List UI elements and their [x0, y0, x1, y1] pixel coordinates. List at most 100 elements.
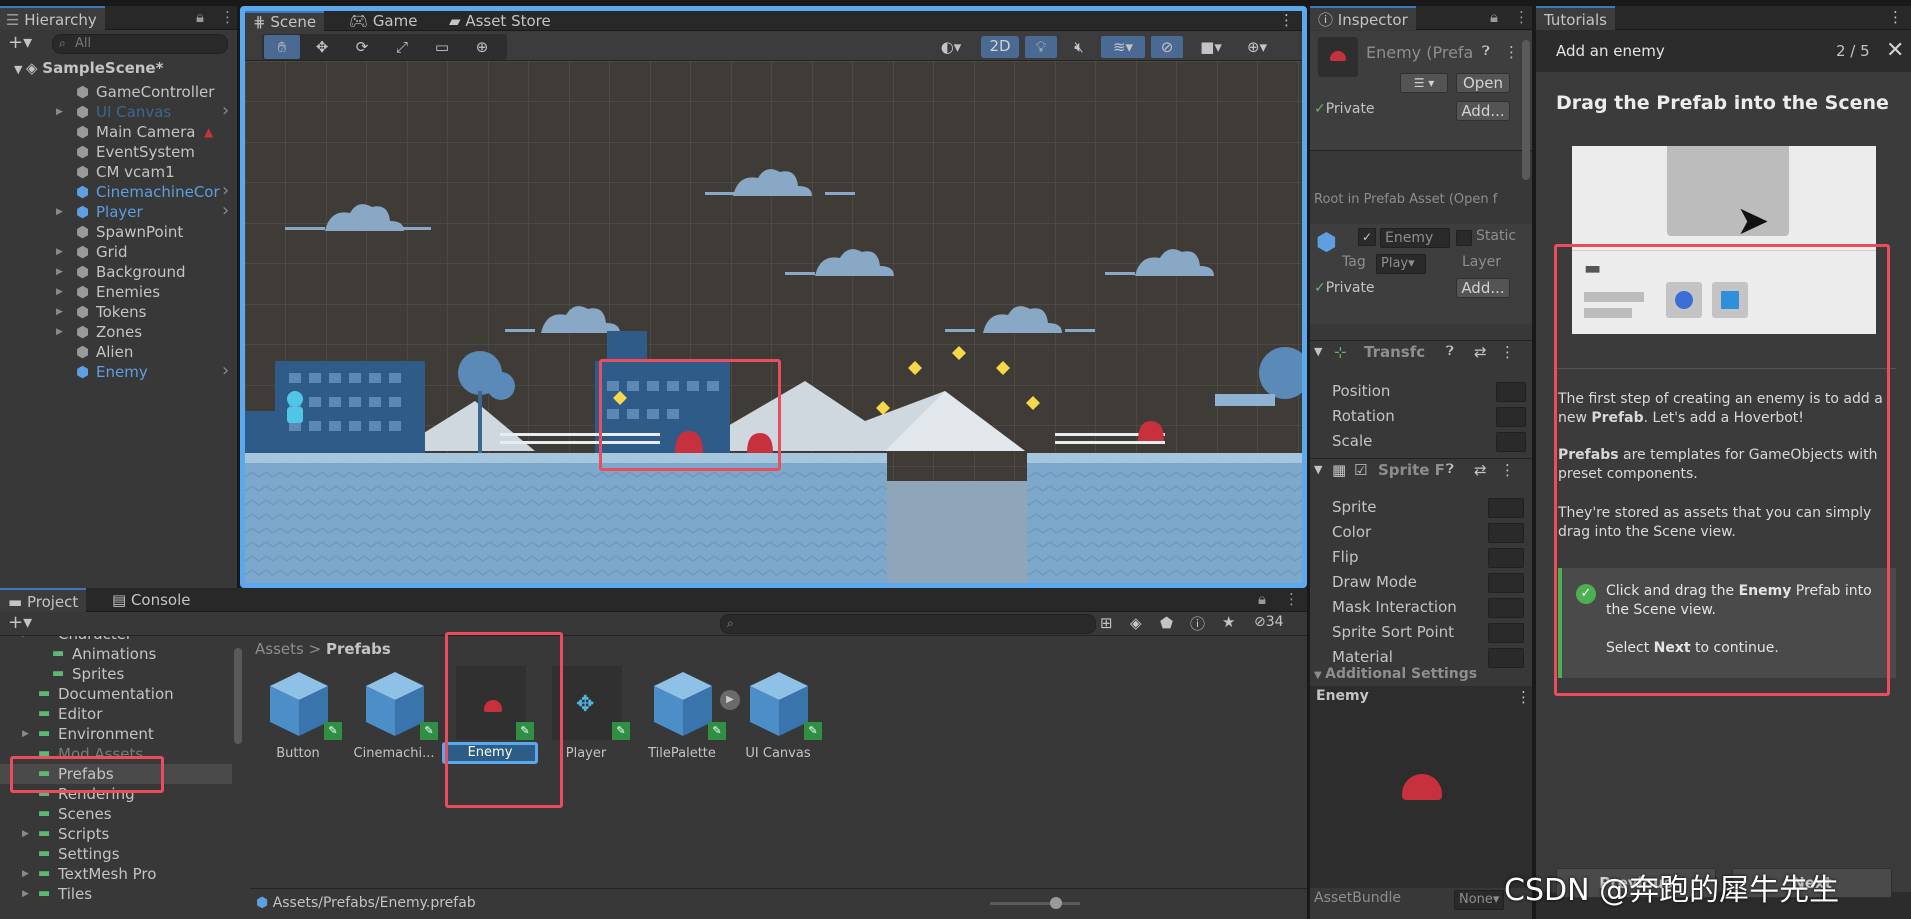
visibility-icon[interactable]: ⊘ — [1151, 36, 1183, 58]
scale-tool-icon[interactable]: ⤢ — [384, 35, 420, 59]
hierarchy-item[interactable]: ▶ ⬢ Tokens — [56, 302, 234, 322]
hierarchy-item[interactable]: ▶ ⬢ Player › — [56, 201, 234, 222]
add-icon[interactable]: +▾ — [8, 32, 32, 53]
tab-project[interactable]: ▬ Project — [0, 588, 87, 612]
expand-arrow-icon[interactable]: ▶ — [56, 262, 63, 282]
hierarchy-item[interactable]: ⬢ CM vcam1 — [58, 162, 234, 182]
more-icon[interactable]: ⋮ — [1514, 8, 1529, 26]
favorite-icon[interactable]: ★ — [1222, 613, 1235, 631]
transform-header[interactable]: ▼ ⊹ Transfc ❓︎ ⇄ ⋮ — [1310, 340, 1532, 364]
add-icon[interactable]: +▾ — [8, 612, 32, 633]
expand-arrow-icon[interactable]: ▶ — [22, 636, 29, 644]
chevron-right-icon[interactable]: › — [222, 181, 229, 201]
audio-icon[interactable]: 🔇︎ — [1063, 36, 1095, 58]
settings-icon[interactable]: ⇄ — [1474, 343, 1487, 361]
more-icon[interactable]: ⋮ — [1284, 590, 1299, 608]
active-checkbox[interactable]: ✓ — [1358, 228, 1376, 246]
vector-field[interactable] — [1496, 407, 1526, 427]
expand-arrow-icon[interactable]: ▶ — [56, 202, 63, 222]
assetbundle-dropdown[interactable]: None▾ — [1454, 890, 1504, 910]
folder-item[interactable]: ▬ Sprites — [0, 664, 232, 684]
project-search-input[interactable]: ⌕ — [720, 614, 1096, 634]
sprite-renderer-header[interactable]: ▼ ▦ ☑ Sprite F ❓︎ ⇄ ⋮ — [1310, 458, 1532, 482]
hierarchy-search-input[interactable]: ⌕ All — [52, 34, 228, 54]
open-button[interactable]: Open — [1456, 73, 1510, 93]
folder-item[interactable]: ▶ ▬ Tiles — [0, 884, 232, 904]
rect-tool-icon[interactable]: ▭ — [424, 35, 460, 59]
expand-arrow-icon[interactable]: ▶ — [22, 824, 29, 844]
tab-console[interactable]: ▤ Console — [104, 588, 199, 612]
gameobject-name-field[interactable]: Enemy — [1380, 228, 1450, 248]
expand-arrow-icon[interactable]: ▶ — [22, 724, 29, 744]
hierarchy-item[interactable]: ⬢ Enemy › — [58, 361, 234, 382]
more-icon[interactable]: ⋮ — [1888, 8, 1903, 26]
hierarchy-item[interactable]: ▶ ⬢ Grid — [56, 242, 234, 262]
folder-scrollbar[interactable] — [234, 648, 242, 744]
help-icon[interactable]: ❓︎ — [1482, 44, 1490, 59]
additional-settings[interactable]: ▼ Additional Settings — [1314, 666, 1477, 682]
hierarchy-item[interactable]: ⬢ GameController — [58, 82, 234, 102]
checkbox-icon[interactable]: ✓ — [1314, 280, 1326, 296]
static-checkbox[interactable] — [1456, 230, 1472, 246]
asset-tile[interactable]: ✎ UI Canvas — [730, 666, 826, 776]
effects-icon[interactable]: ≋▾ — [1101, 36, 1145, 58]
folder-item[interactable]: ▬ Documentation — [0, 684, 232, 704]
property-field[interactable] — [1488, 498, 1524, 518]
rotate-tool-icon[interactable]: ⟳ — [344, 35, 380, 59]
expand-arrow-icon[interactable]: ▶ — [56, 282, 63, 302]
expand-arrow-icon[interactable]: ▶ — [56, 322, 63, 342]
hierarchy-item[interactable]: ⬢ EventSystem — [58, 142, 234, 162]
expand-arrow-icon[interactable]: ▶ — [56, 302, 63, 322]
expand-arrow-icon[interactable]: ▶ — [56, 242, 63, 262]
scene-root[interactable]: ▼ ◈ SampleScene* — [14, 58, 163, 78]
more-icon[interactable]: ⋮ — [1500, 461, 1515, 479]
folder-item[interactable]: ▬ Editor — [0, 704, 232, 724]
asset-tile[interactable]: ✎ Button — [250, 666, 346, 776]
breadcrumb-assets[interactable]: Assets — [255, 640, 304, 658]
overrides-dropdown[interactable]: ☰ ▾ — [1400, 73, 1448, 93]
lock-icon[interactable]: 🔒︎ — [1490, 8, 1498, 26]
hierarchy-item[interactable]: ▶ ⬢ Enemies — [56, 282, 234, 302]
property-field[interactable] — [1488, 623, 1524, 643]
enabled-checkbox[interactable]: ☑ — [1354, 461, 1367, 479]
folder-item[interactable]: ▶ ▬ Environment — [0, 724, 232, 744]
expand-arrow-icon[interactable]: ▶ — [56, 102, 63, 122]
scene-viewport[interactable] — [245, 61, 1302, 583]
folder-item[interactable]: ▬ Animations — [0, 644, 232, 664]
folder-item[interactable]: ▬ Scenes — [0, 804, 232, 824]
expand-arrow-icon[interactable]: ▶ — [22, 884, 29, 904]
2d-toggle-button[interactable]: 2D — [981, 36, 1019, 58]
search-filter-icon[interactable]: ⊞ — [1100, 614, 1113, 632]
asset-tile[interactable]: ✎ Cinemachi... — [346, 666, 442, 776]
property-field[interactable] — [1488, 648, 1524, 668]
hierarchy-item[interactable]: ▶ ⬢ UI Canvas › — [56, 101, 234, 122]
type-filter-icon[interactable]: ◈ — [1130, 614, 1142, 632]
property-field[interactable] — [1488, 523, 1524, 543]
hierarchy-item[interactable]: ▶ ⬢ Zones — [56, 322, 234, 342]
add-label-button[interactable]: Add... — [1456, 278, 1510, 298]
property-field[interactable] — [1488, 598, 1524, 618]
tab-game[interactable]: 🎮︎ Game — [341, 11, 425, 31]
label-filter-icon[interactable]: ⬟ — [1160, 614, 1173, 632]
hierarchy-item[interactable]: ⬢ CinemachineCor › — [58, 181, 234, 202]
property-field[interactable] — [1488, 548, 1524, 568]
breadcrumb-prefabs[interactable]: Prefabs — [326, 640, 391, 658]
lighting-icon[interactable]: 💡︎ — [1025, 36, 1057, 58]
lock-icon[interactable]: 🔒︎ — [1258, 590, 1266, 608]
tag-dropdown[interactable]: Play▾ — [1376, 254, 1426, 274]
more-icon[interactable]: ⋮ — [220, 8, 235, 26]
vector-field[interactable] — [1496, 432, 1526, 452]
folder-item[interactable]: ▶ ▬ Scripts — [0, 824, 232, 844]
chevron-right-icon[interactable]: › — [222, 361, 229, 381]
expand-arrow-icon[interactable]: ▶ — [22, 864, 29, 884]
help-icon[interactable]: ❓︎ — [1446, 462, 1454, 477]
tab-tutorials[interactable]: Tutorials — [1536, 6, 1615, 30]
gizmos-icon[interactable]: ⊕▾ — [1235, 36, 1279, 58]
close-icon[interactable]: ✕ — [1886, 38, 1904, 63]
settings-icon[interactable]: ⇄ — [1474, 461, 1487, 479]
hierarchy-item[interactable]: ▶ ⬢ Background — [56, 262, 234, 282]
folder-item[interactable]: ▶ ▬ TextMesh Pro — [0, 864, 232, 884]
more-icon[interactable]: ⋮ — [1279, 11, 1294, 29]
folder-item[interactable]: ▶▬Character — [0, 636, 232, 644]
tab-asset-store[interactable]: ▰ Asset Store — [441, 11, 559, 31]
